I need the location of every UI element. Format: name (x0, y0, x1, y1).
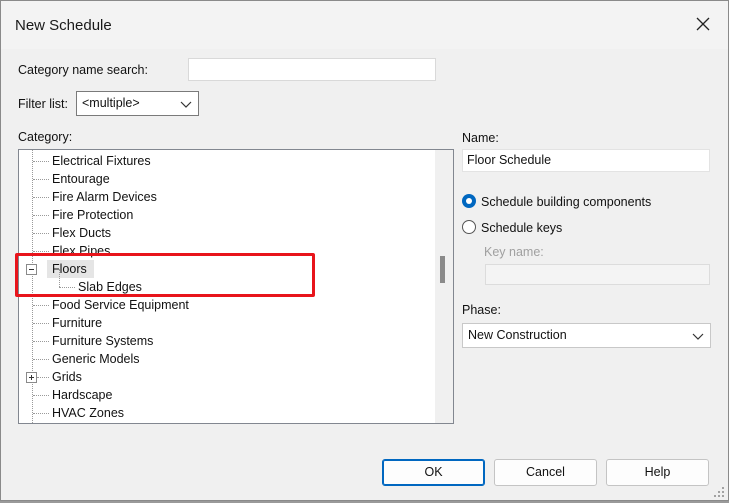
category-search-label: Category name search: (18, 63, 148, 77)
close-icon[interactable] (692, 13, 714, 35)
schedule-keys-label: Schedule keys (481, 221, 563, 235)
new-schedule-dialog: New Schedule Category name search: Filte… (0, 0, 729, 501)
tree-item[interactable]: Flex Ducts (19, 224, 435, 242)
title-bar: New Schedule (1, 1, 728, 49)
filter-list-label: Filter list: (18, 97, 68, 111)
building-components-label: Schedule building components (481, 195, 652, 209)
tree-item[interactable]: HVAC Zones (19, 404, 435, 422)
filter-list-dropdown[interactable]: <multiple> (76, 91, 199, 116)
key-name-input (485, 264, 710, 285)
chevron-down-icon (180, 98, 192, 108)
tree-item[interactable]: Fire Protection (19, 206, 435, 224)
radio-building-components[interactable] (462, 194, 476, 208)
annotation-highlight-box (15, 253, 315, 297)
phase-value: New Construction (468, 328, 567, 342)
tree-item-grids[interactable]: Grids (19, 368, 435, 386)
tree-item[interactable]: Electrical Fixtures (19, 152, 435, 170)
category-label: Category: (18, 130, 73, 144)
ok-button[interactable]: OK (382, 459, 485, 486)
resize-grip-icon[interactable] (713, 485, 725, 497)
radio-schedule-keys[interactable] (462, 220, 476, 234)
tree-item[interactable]: Furniture (19, 314, 435, 332)
chevron-down-icon (692, 330, 704, 340)
tree-item[interactable]: Furniture Systems (19, 332, 435, 350)
phase-label: Phase: (462, 303, 501, 317)
category-search-input[interactable] (188, 58, 436, 81)
tree-item[interactable]: Generic Models (19, 350, 435, 368)
tree-item[interactable]: Hardscape (19, 386, 435, 404)
expand-icon[interactable] (26, 372, 37, 383)
cancel-button[interactable]: Cancel (494, 459, 597, 486)
tree-item[interactable]: Food Service Equipment (19, 296, 435, 314)
dialog-title: New Schedule (15, 17, 112, 34)
tree-scrollbar[interactable] (435, 150, 453, 423)
tree-item[interactable]: Entourage (19, 170, 435, 188)
filter-list-value: <multiple> (82, 96, 140, 110)
scrollbar-thumb[interactable] (440, 256, 445, 283)
key-name-label: Key name: (484, 245, 544, 259)
phase-dropdown[interactable]: New Construction (462, 323, 711, 348)
name-label: Name: (462, 131, 499, 145)
help-button[interactable]: Help (606, 459, 709, 486)
name-input[interactable]: Floor Schedule (462, 149, 710, 172)
tree-item[interactable]: Fire Alarm Devices (19, 188, 435, 206)
